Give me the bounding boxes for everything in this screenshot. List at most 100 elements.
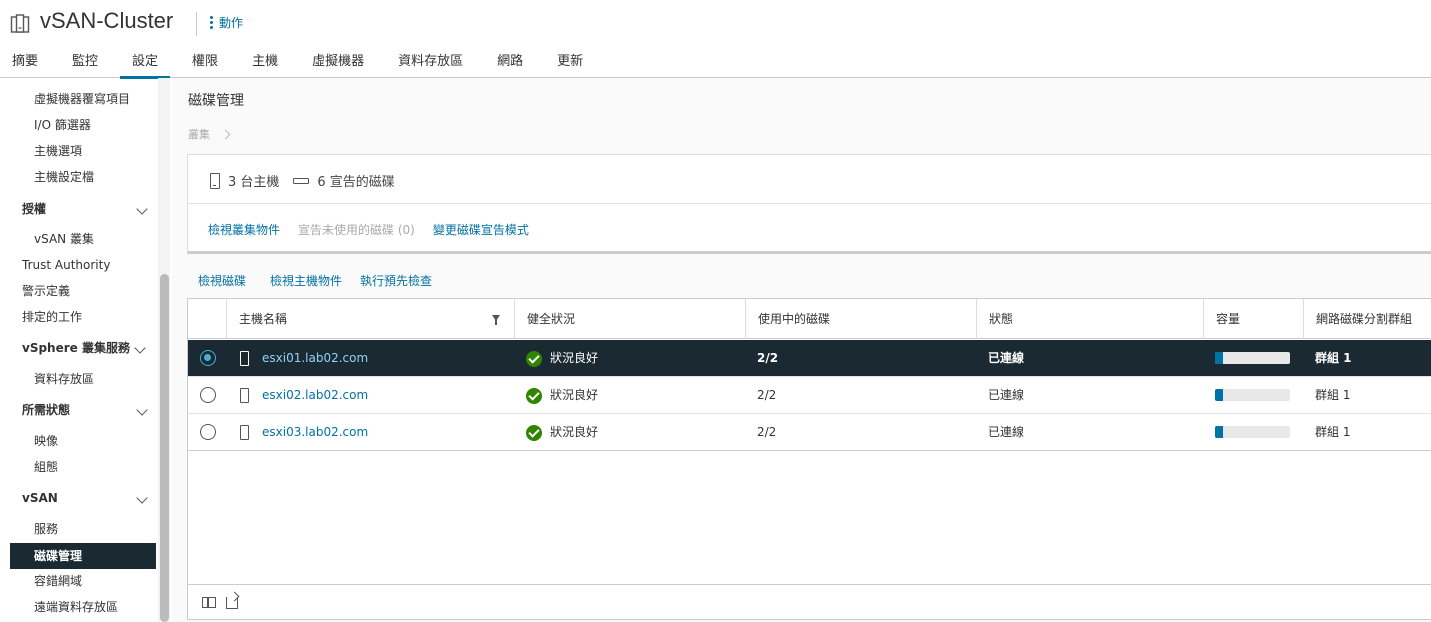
sidebar-item-vsan-cluster[interactable]: vSAN 叢集 (0, 226, 156, 252)
sidebar-item-fault-domains[interactable]: 容錯網域 (0, 568, 156, 594)
tab-summary[interactable]: 摘要 (0, 46, 50, 78)
summary-row: 3 台主機 6 宣告的磁碟 (210, 171, 395, 190)
sidebar-group-vsan[interactable]: vSAN (0, 485, 156, 511)
host-name-link[interactable]: esxi02.lab02.com (262, 388, 368, 402)
sidebar-item-disk-management[interactable]: 磁碟管理 (10, 543, 156, 569)
sidebar-item-configuration[interactable]: 組態 (0, 454, 156, 480)
state-cell: 已連線 (988, 351, 1025, 365)
column-header-state[interactable]: 狀態 (976, 299, 1203, 339)
tab-permissions[interactable]: 權限 (180, 46, 230, 78)
health-label: 狀況良好 (550, 388, 599, 402)
sidebar-item-datastores[interactable]: 資料存放區 (0, 366, 156, 392)
host-cell: esxi01.lab02.com (226, 340, 514, 377)
host-icon (240, 425, 249, 440)
sidebar-group-label: vSphere 叢集服務 (22, 341, 130, 355)
disks-cell: 2/2 (757, 425, 777, 439)
section-title: 磁碟管理 (188, 93, 244, 109)
card-actions: 檢視叢集物件 宣告未使用的磁碟 (0) 變更磁碟宣告模式 (208, 221, 529, 238)
group-cell: 群組 1 (1315, 351, 1352, 365)
sidebar-item-trust-authority[interactable]: Trust Authority (0, 252, 156, 278)
page-title: vSAN-Cluster (40, 8, 174, 33)
run-precheck-link[interactable]: 執行預先檢查 (360, 272, 432, 289)
health-cell: 狀況良好 (514, 340, 745, 377)
host-cell: esxi02.lab02.com (226, 377, 514, 414)
disks-cell: 2/2 (757, 388, 777, 402)
sidebar-group-desired-state[interactable]: 所需狀態 (0, 397, 156, 423)
column-header-network-partition-group[interactable]: 網路磁碟分割群組 (1303, 299, 1431, 339)
sidebar-item-host-profile[interactable]: 主機設定檔 (0, 164, 156, 190)
breadcrumb: 叢集 (188, 126, 231, 142)
chevron-down-icon (136, 203, 148, 215)
host-name-link[interactable]: esxi03.lab02.com (262, 425, 368, 439)
column-header-health[interactable]: 健全狀況 (514, 299, 745, 339)
sidebar-group-vsphere-cluster-services[interactable]: vSphere 叢集服務 (0, 335, 156, 361)
row-radio[interactable] (200, 424, 216, 440)
host-icon (240, 351, 249, 366)
column-header-disks-in-use[interactable]: 使用中的磁碟 (745, 299, 976, 339)
capacity-bar (1215, 389, 1290, 401)
disk-count: 6 宣告的磁碟 (317, 175, 395, 190)
health-cell: 狀況良好 (514, 414, 745, 451)
disk-icon (293, 177, 310, 184)
check-circle-icon (526, 425, 542, 441)
actions-button[interactable]: 動作 (210, 14, 243, 31)
table-row[interactable]: esxi02.lab02.com 狀況良好 2/2 已連線 群組 1 (188, 377, 1431, 414)
capacity-cell (1203, 340, 1303, 377)
column-header-capacity[interactable]: 容量 (1203, 299, 1303, 339)
tab-datastores[interactable]: 資料存放區 (386, 46, 475, 78)
sidebar-item-scheduled-tasks[interactable]: 排定的工作 (0, 304, 156, 330)
tab-monitor[interactable]: 監控 (60, 46, 110, 78)
disks-cell: 2/2 (757, 351, 779, 365)
sidebar-scrollbar[interactable] (158, 78, 170, 622)
sidebar-item-remote-datastores[interactable]: 遠端資料存放區 (0, 594, 156, 620)
view-disks-link[interactable]: 檢視磁碟 (198, 272, 246, 289)
column-header-host-name[interactable]: 主機名稱 (226, 299, 514, 339)
sidebar-item-host-options[interactable]: 主機選項 (0, 138, 156, 164)
host-icon (210, 172, 220, 189)
tab-updates[interactable]: 更新 (545, 46, 595, 78)
claim-unused-disks-link[interactable]: 宣告未使用的磁碟 (0) (298, 221, 415, 238)
change-disk-claim-mode-link[interactable]: 變更磁碟宣告模式 (433, 221, 529, 238)
view-host-objects-link[interactable]: 檢視主機物件 (270, 272, 342, 289)
group-cell: 群組 1 (1315, 425, 1351, 439)
check-circle-icon (526, 388, 542, 404)
host-name-link[interactable]: esxi01.lab02.com (262, 351, 368, 365)
view-cluster-objects-link[interactable]: 檢視叢集物件 (208, 221, 280, 238)
table-row[interactable]: esxi01.lab02.com 狀況良好 2/2 已連線 群組 1 (188, 340, 1431, 377)
health-label: 狀況良好 (550, 425, 599, 439)
sidebar-item-alarm-definitions[interactable]: 警示定義 (0, 278, 156, 304)
chevron-down-icon (136, 492, 148, 504)
table-header: 主機名稱 健全狀況 使用中的磁碟 狀態 容量 網路磁碟分割群組 (188, 299, 1431, 339)
export-icon[interactable] (226, 597, 238, 609)
health-cell: 狀況良好 (514, 377, 745, 414)
summary-card: 3 台主機 6 宣告的磁碟 檢視叢集物件 宣告未使用的磁碟 (0) 變更磁碟宣告… (187, 154, 1431, 254)
filter-icon[interactable] (492, 315, 500, 325)
state-cell: 已連線 (988, 425, 1025, 439)
sidebar-item-services[interactable]: 服務 (0, 516, 156, 542)
row-radio[interactable] (200, 387, 216, 403)
cluster-icon (10, 14, 30, 33)
state-cell: 已連線 (988, 388, 1025, 402)
tab-networks[interactable]: 網路 (485, 46, 535, 78)
scrollbar-thumb[interactable] (160, 274, 169, 622)
host-icon (240, 388, 249, 403)
sidebar-group-licensing[interactable]: 授權 (0, 196, 156, 222)
divider (188, 203, 1431, 204)
kebab-icon (210, 16, 213, 29)
sidebar: 虛擬機器覆寫項目 I/O 篩選器 主機選項 主機設定檔 授權 vSAN 叢集 T… (0, 78, 172, 622)
actions-label: 動作 (219, 16, 244, 30)
capacity-bar (1215, 352, 1290, 364)
tab-vms[interactable]: 虛擬機器 (300, 46, 376, 78)
tab-hosts[interactable]: 主機 (240, 46, 290, 78)
sidebar-item-io-filters[interactable]: I/O 篩選器 (0, 112, 156, 138)
sidebar-item-vm-overrides[interactable]: 虛擬機器覆寫項目 (0, 86, 156, 112)
sidebar-group-label: 所需狀態 (22, 403, 71, 417)
row-radio[interactable] (200, 350, 216, 366)
capacity-fill (1215, 426, 1223, 438)
table-row[interactable]: esxi03.lab02.com 狀況良好 2/2 已連線 群組 1 (188, 414, 1431, 451)
sidebar-item-image[interactable]: 映像 (0, 428, 156, 454)
check-circle-icon (526, 351, 542, 367)
hosts-table: 主機名稱 健全狀況 使用中的磁碟 狀態 容量 網路磁碟分割群組 esxi01.l… (187, 298, 1431, 620)
column-toggle-icon[interactable] (202, 597, 216, 608)
tab-configure[interactable]: 設定 (120, 46, 171, 79)
